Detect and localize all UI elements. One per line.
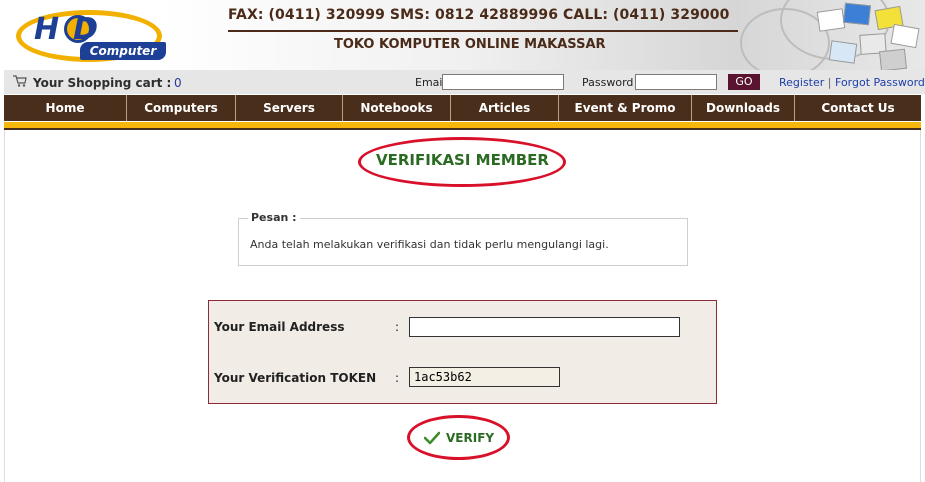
forgot-password-link[interactable]: Forgot Password? — [835, 76, 925, 89]
logo-subtitle: Computer — [80, 42, 166, 60]
nav-contact-us[interactable]: Contact Us — [795, 95, 921, 121]
header-decoration — [720, 0, 925, 78]
email-label: Email — [415, 76, 446, 89]
email-colon: : — [395, 320, 400, 334]
login-bar: Your Shopping cart : 0 Email Password GO… — [4, 70, 925, 94]
content-border — [4, 130, 5, 482]
software-box-icon — [890, 23, 920, 49]
nav-notebooks[interactable]: Notebooks — [343, 95, 451, 121]
message-text: Anda telah melakukan verifikasi dan tida… — [250, 238, 609, 251]
shopping-cart-icon[interactable] — [13, 75, 27, 87]
software-box-icon — [879, 48, 907, 72]
main-nav: Home Computers Servers Notebooks Article… — [4, 95, 921, 121]
verification-token-input[interactable] — [409, 367, 560, 387]
contact-info: FAX: (0411) 320999 SMS: 0812 42889996 CA… — [228, 7, 730, 23]
cart-label: Your Shopping cart : — [33, 76, 172, 90]
title-highlight-oval — [358, 137, 566, 187]
email-address-input[interactable] — [409, 317, 680, 337]
nav-event-promo[interactable]: Event & Promo — [559, 95, 692, 121]
store-tagline: TOKO KOMPUTER ONLINE MAKASSAR — [334, 37, 606, 52]
software-box-icon — [828, 40, 858, 64]
token-label: Your Verification TOKEN — [214, 371, 377, 385]
link-separator: | — [827, 76, 832, 89]
header-divider — [228, 30, 738, 32]
nav-downloads[interactable]: Downloads — [692, 95, 795, 121]
login-email-input[interactable] — [442, 74, 564, 90]
nav-home[interactable]: Home — [4, 95, 127, 121]
content-border — [920, 130, 921, 482]
nav-bottom-rule — [4, 128, 921, 130]
email-address-label: Your Email Address — [214, 320, 345, 334]
software-box-icon — [816, 8, 846, 32]
nav-servers[interactable]: Servers — [236, 95, 343, 121]
nav-computers[interactable]: Computers — [127, 95, 236, 121]
site-logo[interactable]: HD Computer — [12, 4, 166, 64]
nav-articles[interactable]: Articles — [451, 95, 559, 121]
password-label: Password — [582, 76, 634, 89]
account-links: Register | Forgot Password? — [779, 76, 925, 89]
verify-highlight-oval — [407, 415, 510, 460]
software-box-icon — [843, 2, 871, 26]
site-header: HD Computer FAX: (0411) 320999 SMS: 0812… — [0, 0, 925, 78]
register-link[interactable]: Register — [779, 76, 824, 89]
login-go-button[interactable]: GO — [728, 74, 760, 90]
verification-form: Your Email Address : Your Verification T… — [208, 300, 717, 404]
message-legend: Pesan : — [248, 211, 300, 224]
token-colon: : — [395, 371, 400, 385]
login-password-input[interactable] — [635, 74, 717, 90]
cart-count[interactable]: 0 — [174, 76, 182, 90]
